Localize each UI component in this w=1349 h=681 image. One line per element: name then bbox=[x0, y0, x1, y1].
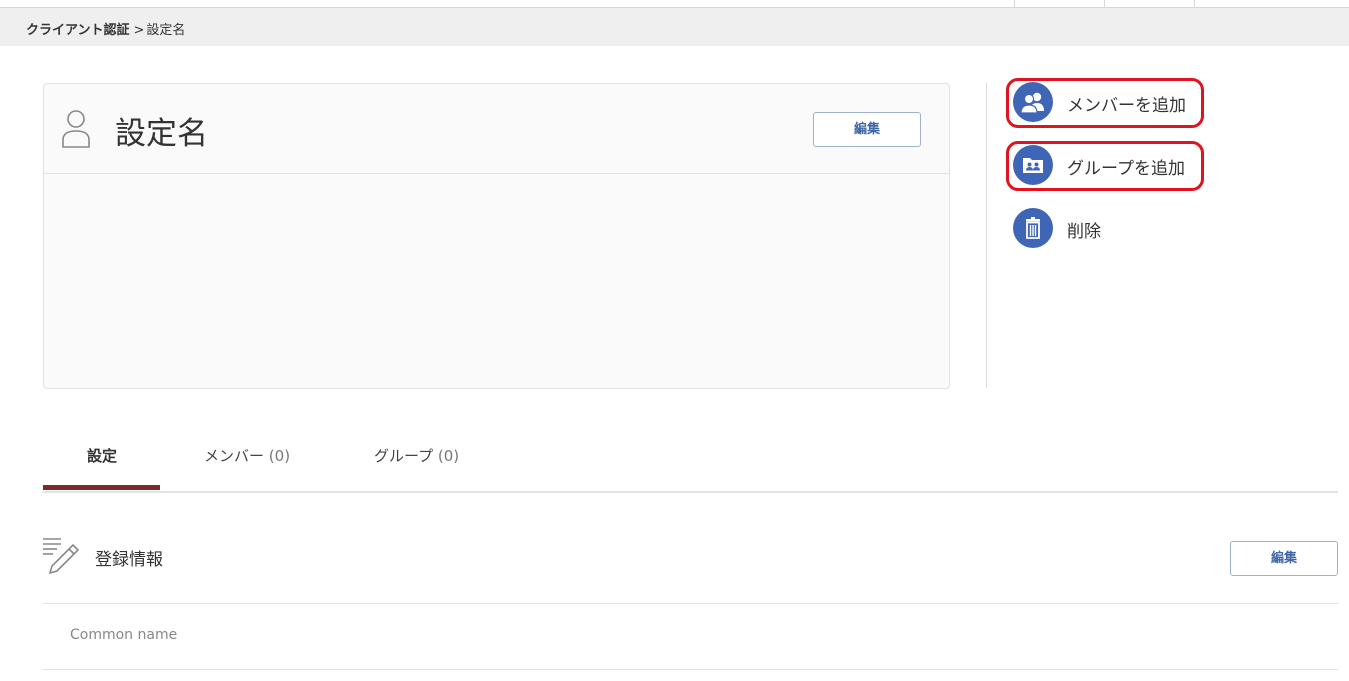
top-strip-divider bbox=[1104, 0, 1105, 7]
tab-settings[interactable]: 設定 bbox=[87, 445, 117, 466]
highlight-box bbox=[1006, 78, 1204, 128]
setting-card: 設定名 編集 bbox=[43, 83, 950, 389]
common-name-label: Common name bbox=[70, 627, 178, 643]
tab-groups[interactable]: グループ (0) bbox=[374, 445, 459, 466]
tab-members-label: メンバー bbox=[204, 447, 265, 465]
tab-settings-label: 設定 bbox=[87, 447, 118, 465]
highlight-box bbox=[1006, 141, 1204, 191]
trash-icon bbox=[1013, 208, 1053, 248]
tab-members[interactable]: メンバー (0) bbox=[204, 445, 290, 466]
delete-label: 削除 bbox=[1067, 222, 1101, 242]
tab-members-count: (0) bbox=[268, 447, 291, 465]
section-divider bbox=[43, 669, 1338, 670]
breadcrumb-root-link[interactable]: クライアント認証 bbox=[26, 23, 129, 38]
edit-list-icon bbox=[43, 538, 80, 575]
breadcrumb-separator: > bbox=[133, 23, 145, 38]
user-outline-icon bbox=[62, 110, 90, 148]
edit-setting-button[interactable]: 編集 bbox=[813, 112, 921, 147]
top-strip bbox=[0, 0, 1349, 8]
active-tab-indicator bbox=[43, 485, 160, 490]
page-title: 設定名 bbox=[115, 116, 208, 152]
tab-bar: 設定 メンバー (0) グループ (0) bbox=[43, 433, 1338, 493]
breadcrumb-current: 設定名 bbox=[146, 23, 186, 38]
registration-title: 登録情報 bbox=[95, 550, 163, 570]
top-strip-divider bbox=[1194, 0, 1195, 7]
section-divider bbox=[43, 603, 1338, 604]
tab-groups-count: (0) bbox=[437, 447, 460, 465]
top-strip-divider bbox=[1014, 0, 1015, 7]
vertical-divider bbox=[986, 83, 987, 388]
breadcrumb-bar: クライアント認証 > 設定名 bbox=[0, 8, 1349, 46]
breadcrumb: クライアント認証 > 設定名 bbox=[26, 19, 185, 38]
tab-groups-label: グループ bbox=[374, 447, 434, 465]
edit-registration-button[interactable]: 編集 bbox=[1230, 541, 1338, 576]
setting-card-header: 設定名 編集 bbox=[44, 84, 949, 174]
